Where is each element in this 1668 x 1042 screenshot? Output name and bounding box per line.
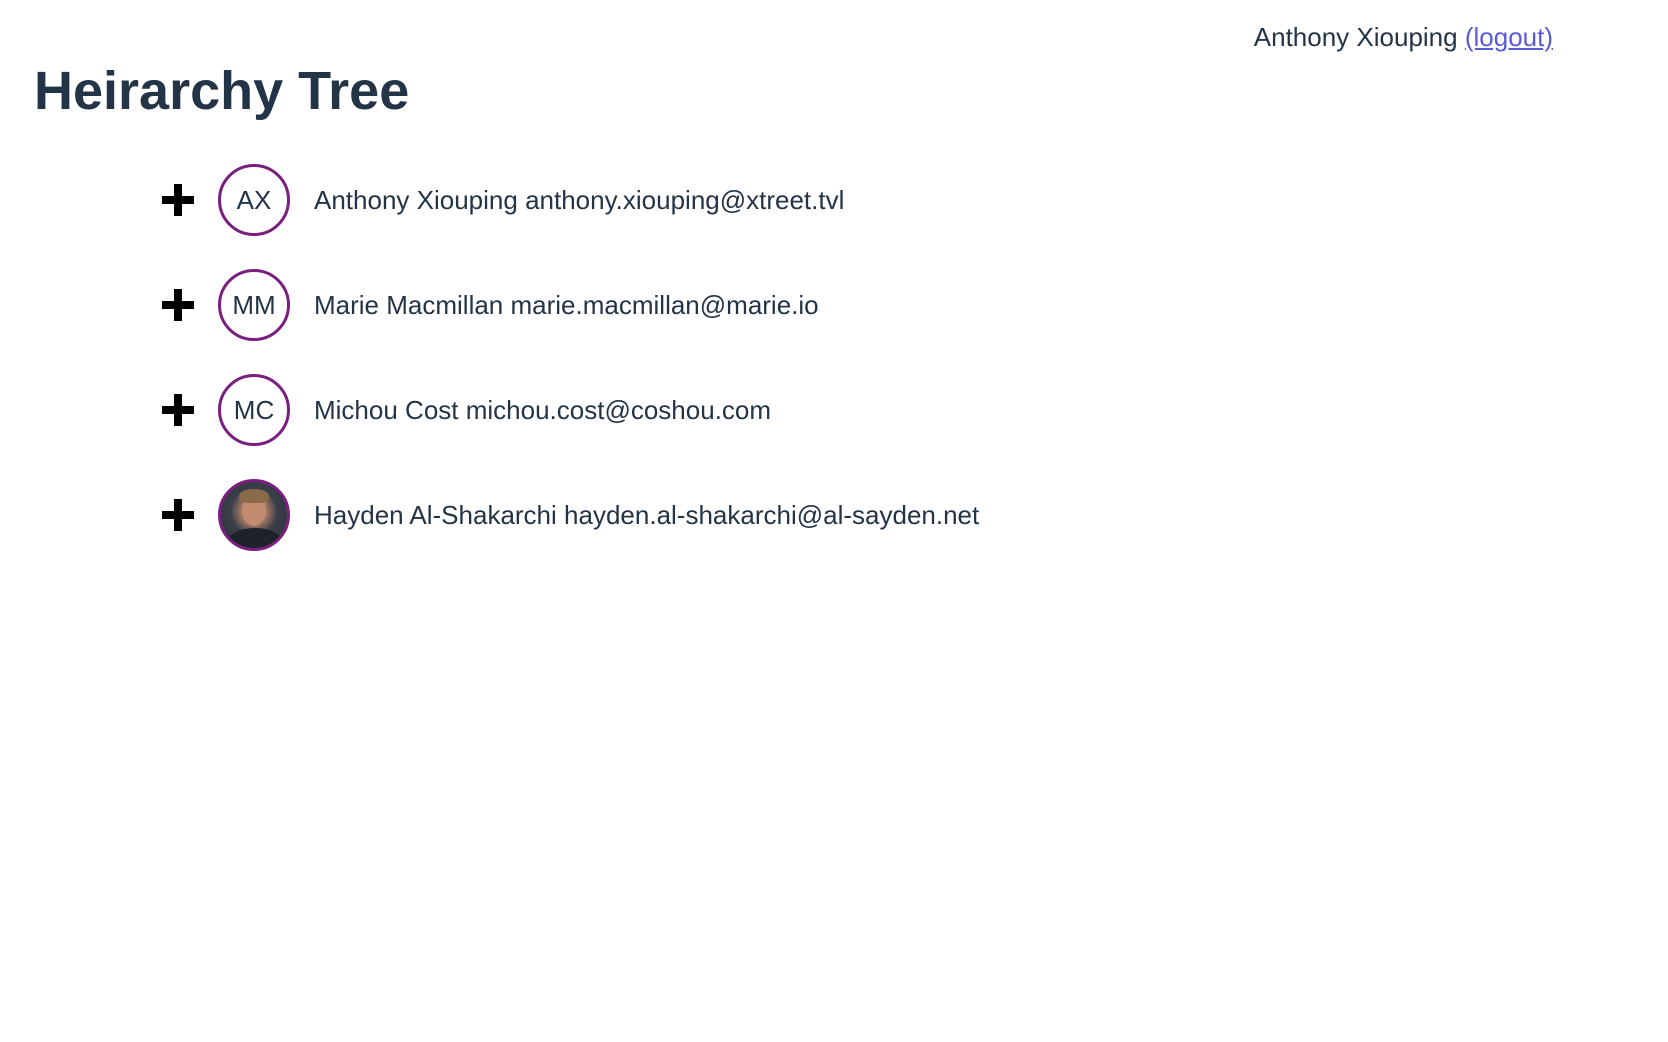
current-user-name: Anthony Xiouping [1253,22,1458,52]
person-name: Michou Cost [314,394,459,425]
photo-hair [239,489,269,503]
avatar-photo[interactable] [218,479,290,551]
person-email: marie.macmillan@marie.io [510,289,819,320]
person-info: Anthony Xiouping anthony.xiouping@xtreet… [314,185,844,216]
tree-node: MC Michou Cost michou.cost@coshou.com [158,372,979,448]
person-info: Hayden Al-Shakarchi hayden.al-shakarchi@… [314,500,979,531]
person-name: Anthony Xiouping [314,184,518,215]
tree-node: MM Marie Macmillan marie.macmillan@marie… [158,267,979,343]
person-email: anthony.xiouping@xtreet.tvl [525,184,845,215]
person-info: Michou Cost michou.cost@coshou.com [314,395,771,426]
plus-icon[interactable] [158,390,198,430]
person-email: hayden.al-shakarchi@al-sayden.net [564,499,980,530]
photo-shoulders [227,528,283,548]
logout-link[interactable]: (logout) [1465,22,1553,52]
page-title: Heirarchy Tree [34,61,410,121]
plus-icon[interactable] [158,180,198,220]
person-name: Hayden Al-Shakarchi [314,499,557,530]
avatar[interactable]: AX [218,164,290,236]
person-email: michou.cost@coshou.com [465,394,772,425]
plus-icon[interactable] [158,495,198,535]
tree-node: Hayden Al-Shakarchi hayden.al-shakarchi@… [158,477,979,553]
person-info: Marie Macmillan marie.macmillan@marie.io [314,290,819,321]
person-name: Marie Macmillan [314,289,504,320]
plus-icon[interactable] [158,285,198,325]
tree-node: AX Anthony Xiouping anthony.xiouping@xtr… [158,162,979,238]
user-bar: Anthony Xiouping (logout) [1254,20,1553,54]
avatar[interactable]: MC [218,374,290,446]
hierarchy-tree: AX Anthony Xiouping anthony.xiouping@xtr… [158,162,979,582]
avatar[interactable]: MM [218,269,290,341]
